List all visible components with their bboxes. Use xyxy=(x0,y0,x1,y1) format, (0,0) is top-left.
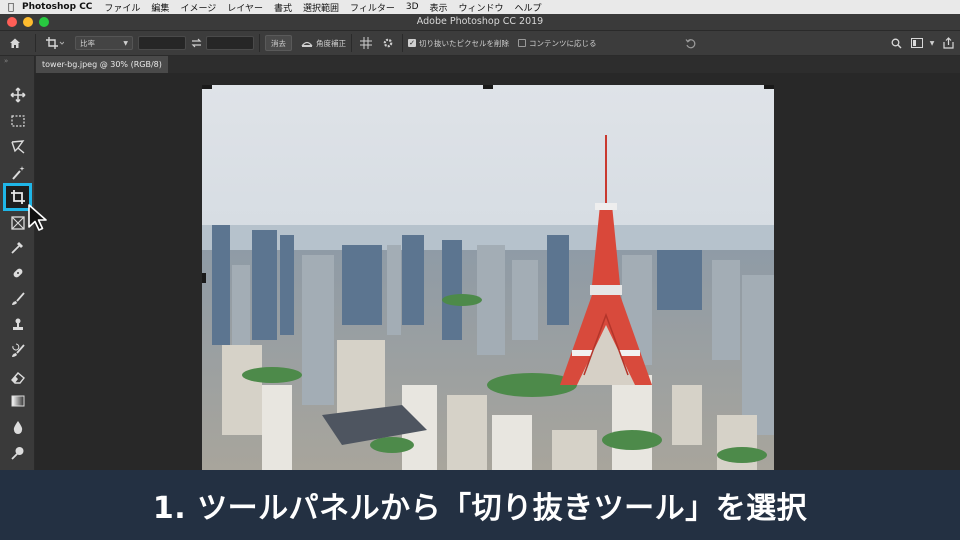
menu-select[interactable]: 選択範囲 xyxy=(303,1,339,14)
caption-text: 1. ツールパネルから「切り抜きツール」を選択 xyxy=(152,491,808,526)
crop-tool-icon[interactable] xyxy=(3,183,32,211)
window-title-bar: Adobe Photoshop CC 2019 xyxy=(0,14,960,31)
ratio-select[interactable]: 比率 ▼ xyxy=(75,36,133,50)
crop-handle-top-left[interactable] xyxy=(202,85,212,89)
tokyo-tower-photo xyxy=(202,85,774,470)
swap-icon[interactable] xyxy=(186,34,206,53)
workspace-icon[interactable] xyxy=(906,34,928,53)
document-tab[interactable]: tower-bg.jpeg @ 30% (RGB/8) xyxy=(36,56,168,73)
menu-file[interactable]: ファイル xyxy=(104,1,140,14)
search-icon[interactable] xyxy=(886,34,906,53)
content-aware-checkbox[interactable] xyxy=(518,39,526,47)
history-brush-tool-icon[interactable] xyxy=(6,340,29,362)
clone-stamp-tool-icon[interactable] xyxy=(6,314,29,336)
straighten-icon[interactable] xyxy=(298,34,316,53)
share-icon[interactable] xyxy=(936,34,960,53)
gradient-tool-icon[interactable] xyxy=(6,390,29,412)
eyedropper-tool-icon[interactable] xyxy=(6,236,29,258)
reset-icon[interactable] xyxy=(683,34,699,53)
overlay-grid-icon[interactable] xyxy=(357,34,375,53)
menu-filter[interactable]: フィルター xyxy=(350,1,395,14)
menu-type[interactable]: 書式 xyxy=(274,1,292,14)
straighten-label[interactable]: 角度補正 xyxy=(316,38,346,49)
content-aware-label[interactable]: コンテンツに応じる xyxy=(529,38,597,49)
eraser-tool-icon[interactable] xyxy=(6,366,29,388)
chevron-down-icon: ▼ xyxy=(123,39,128,47)
mouse-pointer-icon xyxy=(27,203,49,233)
crop-preset-icon[interactable] xyxy=(41,34,69,53)
workspace-chevron-icon[interactable]: ▼ xyxy=(928,34,936,53)
menu-edit[interactable]: 編集 xyxy=(151,1,169,14)
frame-tool-icon[interactable] xyxy=(6,212,29,234)
app-menu[interactable]: Photoshop CC xyxy=(22,2,92,12)
clear-button[interactable]: 消去 xyxy=(265,35,292,51)
crop-handle-top-right[interactable] xyxy=(764,85,774,89)
canvas-area[interactable] xyxy=(35,73,960,470)
menu-help[interactable]: ヘルプ xyxy=(515,1,542,14)
dodge-tool-icon[interactable] xyxy=(6,442,29,464)
document-tab-bar: tower-bg.jpeg @ 30% (RGB/8) xyxy=(35,56,960,73)
menu-3d[interactable]: 3D xyxy=(406,2,419,12)
delete-cropped-checkbox[interactable]: ✓ xyxy=(408,39,416,47)
window-title: Adobe Photoshop CC 2019 xyxy=(416,16,544,27)
menu-image[interactable]: イメージ xyxy=(180,1,216,14)
panel-collapse-icon[interactable]: » xyxy=(0,56,34,72)
quick-select-tool-icon[interactable] xyxy=(6,162,29,184)
marquee-tool-icon[interactable] xyxy=(6,110,29,132)
lasso-tool-icon[interactable] xyxy=(6,136,29,158)
menu-bar:  Photoshop CC ファイル 編集 イメージ レイヤー 書式 選択範囲… xyxy=(0,0,960,14)
healing-brush-tool-icon[interactable] xyxy=(6,262,29,284)
options-bar: 比率 ▼ 消去 角度補正 ✓ 切り抜いたピクセルを削除 コンテンツに応じる ▼ xyxy=(0,31,960,56)
menu-layer[interactable]: レイヤー xyxy=(227,1,263,14)
crop-height-field[interactable] xyxy=(206,36,254,50)
move-tool-icon[interactable] xyxy=(6,84,29,106)
blur-tool-icon[interactable] xyxy=(6,416,29,438)
menu-view[interactable]: 表示 xyxy=(430,1,448,14)
menu-window[interactable]: ウィンドウ xyxy=(459,1,504,14)
tutorial-caption: 1. ツールパネルから「切り抜きツール」を選択 xyxy=(0,470,960,540)
crop-handle-top[interactable] xyxy=(483,85,493,89)
apple-icon[interactable]:  xyxy=(0,2,22,13)
crop-handle-left[interactable] xyxy=(202,273,206,283)
ratio-select-value: 比率 xyxy=(80,38,95,48)
delete-cropped-label[interactable]: 切り抜いたピクセルを削除 xyxy=(419,38,509,49)
brush-tool-icon[interactable] xyxy=(6,288,29,310)
gear-icon[interactable] xyxy=(379,34,397,53)
crop-width-field[interactable] xyxy=(138,36,186,50)
tools-panel: » xyxy=(0,56,35,470)
home-icon[interactable] xyxy=(0,34,30,53)
